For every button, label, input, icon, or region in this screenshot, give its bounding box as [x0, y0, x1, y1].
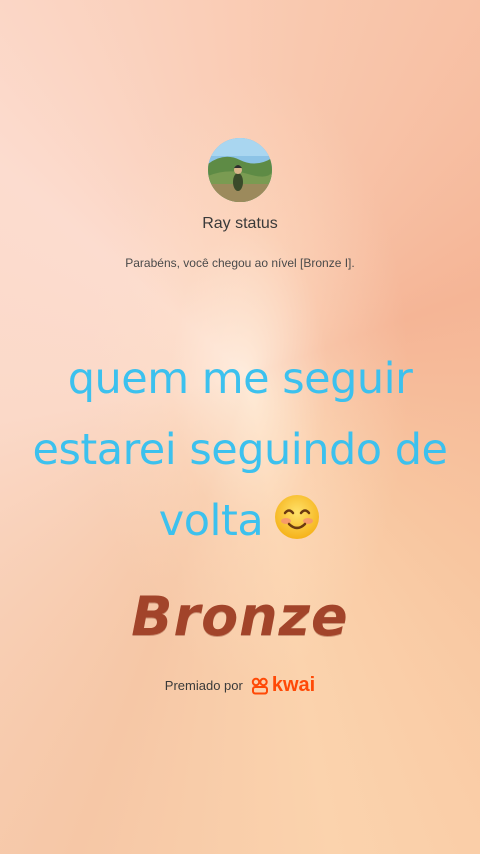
username: Ray status [202, 215, 278, 232]
avatar-photo [208, 138, 272, 202]
avatar[interactable] [208, 138, 272, 202]
caption-text: quem me seguir estarei seguindo de volta [0, 344, 480, 557]
level-message: Parabéns, você chegou ao nível [Bronze I… [125, 256, 355, 270]
caption-line-2: estarei seguindo de [32, 425, 449, 475]
kwai-brand-name: kwai [271, 674, 316, 696]
award-label: Premiado por [164, 678, 243, 693]
kwai-brand[interactable]: kwai [251, 674, 315, 697]
kwai-logo-icon [251, 677, 268, 694]
award-line: Premiado por kwai [0, 674, 480, 697]
caption-line-3-text: volta [158, 496, 264, 546]
smiling-face-icon [273, 492, 321, 540]
caption-line-3: volta [0, 486, 480, 557]
level-title: Bronze [131, 585, 349, 648]
caption-line-1: quem me seguir [67, 354, 413, 404]
